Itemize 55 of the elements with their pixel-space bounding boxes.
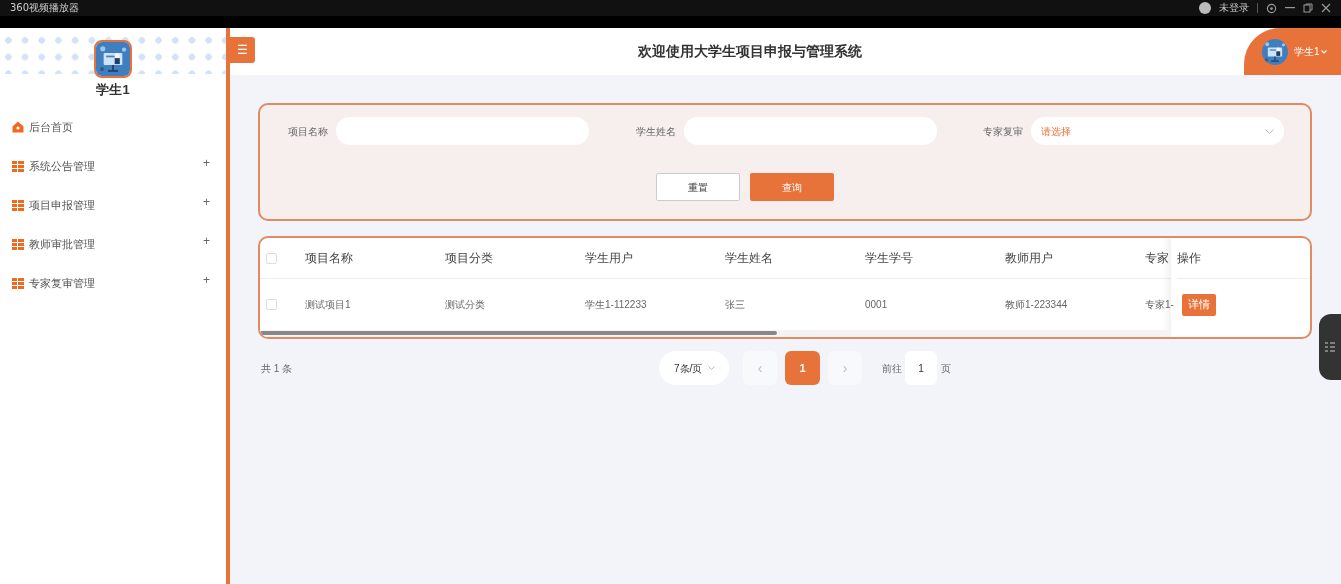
- sidebar-item[interactable]: 系统公告管理 +: [0, 146, 226, 186]
- field-label: 项目名称: [287, 124, 328, 139]
- grid-icon: [12, 277, 24, 289]
- field-label: 专家复审: [982, 124, 1023, 139]
- grid-icon: [12, 238, 24, 250]
- user-icon: [1199, 2, 1211, 14]
- reset-button[interactable]: 重置: [656, 173, 740, 201]
- caret-icon: [1320, 49, 1327, 54]
- home-icon: [12, 121, 24, 133]
- goto-label: 前往: [882, 361, 902, 376]
- page-input[interactable]: 1: [905, 351, 937, 385]
- minimize-icon[interactable]: [1285, 7, 1295, 9]
- expand-icon[interactable]: +: [203, 271, 210, 289]
- expand-icon[interactable]: +: [203, 232, 210, 250]
- sidebar-item[interactable]: 后台首页: [0, 107, 226, 147]
- column-header: 专家: [1145, 250, 1170, 267]
- field-label: 学生姓名: [634, 124, 676, 139]
- total-count: 共 1 条: [260, 361, 294, 376]
- select-field[interactable]: 请选择: [1031, 117, 1284, 145]
- settings-icon[interactable]: [1266, 2, 1277, 14]
- expand-icon[interactable]: +: [203, 154, 210, 172]
- table-cell-text: 测试分类: [445, 298, 486, 312]
- page-size-select[interactable]: 7条/页: [659, 351, 729, 385]
- page-title: 欢迎使用大学生项目申报与管理系统: [637, 42, 862, 61]
- sidebar-username: 学生1: [95, 81, 131, 99]
- column-header: 项目名称: [305, 250, 354, 267]
- expand-icon[interactable]: +: [203, 193, 210, 211]
- column-header: 学生姓名: [725, 250, 774, 267]
- table-cell-text: 学生1-112233: [585, 298, 648, 312]
- table-cell-text: 0001: [865, 298, 889, 312]
- column-header: 学生用户: [585, 250, 634, 267]
- restore-icon[interactable]: [1303, 3, 1313, 13]
- goto-suffix: 页: [941, 361, 951, 376]
- grid-icon: [12, 199, 24, 211]
- login-status[interactable]: 未登录: [1219, 3, 1249, 13]
- checkbox[interactable]: [266, 252, 277, 264]
- chevron-icon: [708, 366, 716, 370]
- column-header: 学生学号: [865, 250, 914, 267]
- column-header: 操作: [1177, 238, 1310, 279]
- column-header: 教师用户: [1005, 250, 1054, 267]
- scrollbar[interactable]: [260, 331, 777, 335]
- table-cell-text: 测试项目1: [305, 298, 352, 312]
- side-tool-tab[interactable]: [1319, 314, 1341, 380]
- grid-icon: [12, 160, 24, 172]
- sidebar-item[interactable]: 专家复审管理 +: [0, 263, 226, 303]
- list-icon: [1325, 342, 1335, 352]
- player-title: 360视频播放器: [10, 3, 80, 13]
- sidebar-item[interactable]: 项目申报管理 +: [0, 185, 226, 225]
- table-cell-text: 张三: [725, 298, 746, 312]
- close-icon[interactable]: [1321, 3, 1331, 13]
- chevron-icon: [1265, 128, 1274, 134]
- column-header: 项目分类: [445, 250, 494, 267]
- sidebar-item[interactable]: 教师审批管理 +: [0, 224, 226, 264]
- checkbox[interactable]: [266, 299, 277, 310]
- table-cell-text: 教师1-223344: [1005, 298, 1069, 312]
